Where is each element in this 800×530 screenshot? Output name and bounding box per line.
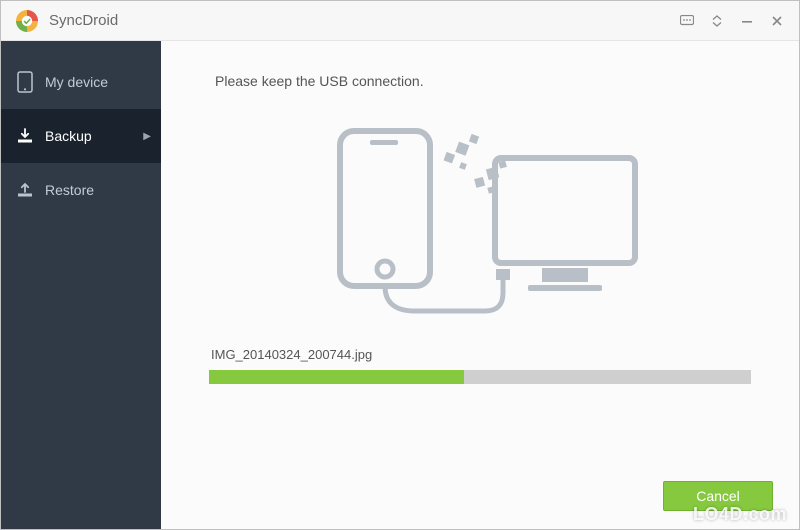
backup-icon — [15, 126, 35, 146]
titlebar: SyncDroid — [1, 1, 799, 41]
sidebar-item-backup[interactable]: Backup ▶ — [1, 109, 161, 163]
current-file-label: IMG_20140324_200744.jpg — [211, 347, 751, 362]
progress-bar — [209, 370, 751, 384]
app-window: SyncDroid My device — [0, 0, 800, 530]
progress-fill — [209, 370, 464, 384]
sync-illustration — [209, 113, 751, 323]
sidebar-item-label: Backup — [45, 128, 92, 144]
sidebar-item-label: Restore — [45, 182, 94, 198]
sidebar-item-label: My device — [45, 74, 108, 90]
sidebar-item-restore[interactable]: Restore — [1, 163, 161, 217]
instruction-text: Please keep the USB connection. — [215, 73, 751, 89]
window-controls — [679, 13, 791, 29]
restore-icon — [15, 180, 35, 200]
device-icon — [15, 72, 35, 92]
app-title: SyncDroid — [49, 12, 118, 29]
main-panel: Please keep the USB connection. — [161, 41, 799, 529]
chevron-right-icon: ▶ — [143, 131, 151, 142]
sidebar-item-my-device[interactable]: My device — [1, 55, 161, 109]
sidebar: My device Backup ▶ Restore — [1, 41, 161, 529]
watermark: LO4D.com — [693, 504, 787, 525]
app-logo-icon — [15, 9, 39, 33]
minimize-button[interactable] — [739, 13, 755, 29]
menu-toggle-icon[interactable] — [709, 13, 725, 29]
feedback-icon[interactable] — [679, 13, 695, 29]
close-button[interactable] — [769, 13, 785, 29]
body: My device Backup ▶ Restore Please keep t… — [1, 41, 799, 529]
